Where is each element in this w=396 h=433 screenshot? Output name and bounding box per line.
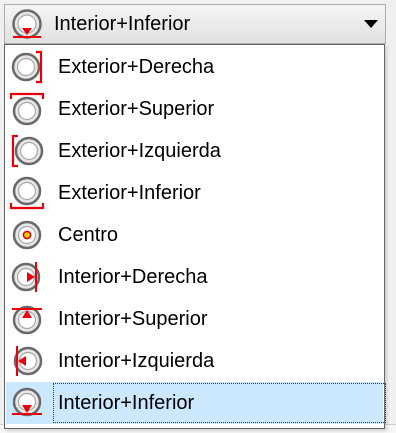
circle-exterior-bottom-icon — [9, 176, 45, 210]
list-item-exterior-right[interactable]: Exterior+Derecha — [6, 46, 383, 88]
background-window — [384, 44, 396, 432]
list-item-label: Interior+Derecha — [58, 266, 208, 288]
list-item-label: Exterior+Superior — [58, 98, 215, 120]
list-item-interior-bottom[interactable]: Interior+Inferior — [6, 382, 386, 424]
circle-interior-bottom-icon — [10, 7, 44, 41]
circle-interior-left-icon — [10, 344, 44, 378]
chevron-down-icon — [364, 20, 378, 28]
list-item-label: Interior+Inferior — [58, 392, 195, 414]
circle-center-icon — [10, 218, 44, 252]
list-item-label: Exterior+Derecha — [58, 56, 215, 78]
list-item-label: Interior+Superior — [58, 308, 208, 330]
list-item-interior-top[interactable]: Interior+Superior — [6, 298, 383, 340]
dropdown-list: Exterior+Derecha Exterior+Superior Exter… — [4, 44, 386, 429]
combobox-selected-label: Interior+Inferior — [54, 13, 191, 35]
circle-interior-right-icon — [10, 260, 44, 294]
circle-exterior-top-icon — [9, 92, 45, 126]
list-item-center[interactable]: Centro — [6, 214, 383, 256]
dropdown-button[interactable] — [357, 5, 385, 43]
position-combobox[interactable]: Interior+Inferior — [4, 4, 386, 44]
list-item-label: Exterior+Inferior — [58, 182, 201, 204]
circle-interior-top-icon — [10, 302, 44, 336]
list-item-label: Centro — [58, 224, 119, 246]
list-item-exterior-top[interactable]: Exterior+Superior — [6, 88, 383, 130]
circle-interior-bottom-icon — [10, 386, 44, 420]
list-item-label: Exterior+Izquierda — [58, 140, 221, 162]
circle-exterior-right-icon — [10, 50, 44, 84]
list-item-interior-right[interactable]: Interior+Derecha — [6, 256, 383, 298]
list-item-interior-left[interactable]: Interior+Izquierda — [6, 340, 383, 382]
circle-exterior-left-icon — [10, 134, 44, 168]
list-item-exterior-bottom[interactable]: Exterior+Inferior — [6, 172, 383, 214]
list-item-label: Interior+Izquierda — [58, 350, 215, 372]
list-item-exterior-left[interactable]: Exterior+Izquierda — [6, 130, 383, 172]
